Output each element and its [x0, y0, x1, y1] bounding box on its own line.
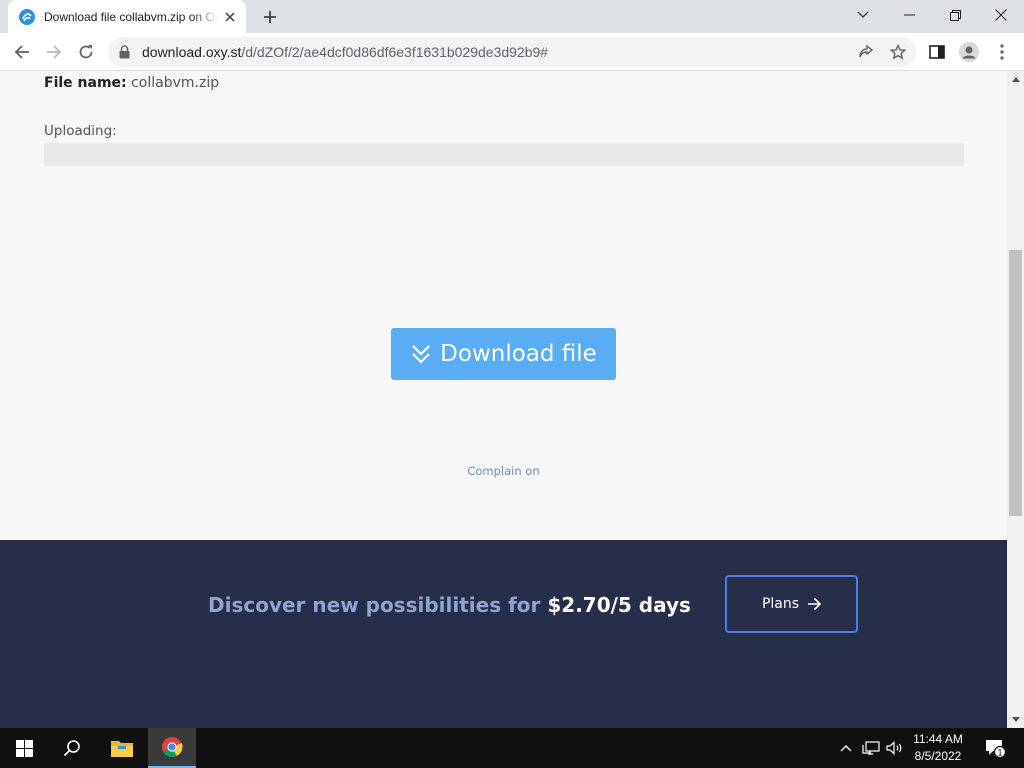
scrollbar-thumb[interactable]	[1009, 250, 1022, 516]
reload-button[interactable]	[72, 38, 100, 66]
restore-button[interactable]	[932, 0, 978, 30]
plans-button-label: Plans	[761, 596, 800, 612]
lock-icon[interactable]	[119, 45, 130, 59]
file-explorer-icon[interactable]	[98, 728, 146, 768]
upload-progress-bar	[44, 143, 964, 166]
show-hidden-icons-chevron-icon[interactable]	[836, 728, 856, 768]
arrow-right-icon	[808, 597, 822, 611]
oxy-favicon-icon	[19, 8, 35, 25]
double-chevron-down-icon	[412, 345, 430, 364]
new-tab-button[interactable]	[258, 5, 282, 29]
scroll-down-arrow-icon[interactable]	[1007, 711, 1024, 728]
promo-price: $2.70/5 days	[547, 593, 691, 617]
clock-date: 8/5/2022	[914, 749, 962, 763]
volume-icon[interactable]	[884, 728, 906, 768]
url-text: download.oxy.st/d/dZOf/2/ae4dcf0d86df6e3…	[142, 44, 548, 60]
back-button[interactable]	[8, 38, 36, 66]
promo-banner: Discover new possibilities for $2.70/5 d…	[0, 540, 1007, 728]
network-icon[interactable]	[860, 728, 882, 768]
promo-text: Discover new possibilities for $2.70/5 d…	[208, 593, 691, 617]
download-file-button[interactable]: Download file	[391, 328, 616, 380]
notification-count: 1	[997, 748, 1002, 758]
chrome-taskbar-icon[interactable]	[148, 728, 196, 768]
action-center-icon[interactable]: 1	[980, 728, 1010, 768]
file-name-label: File name:	[44, 75, 127, 91]
close-window-button[interactable]	[978, 0, 1024, 30]
url-host: download.oxy.st	[142, 44, 242, 60]
url-path: /d/dZOf/2/ae4dcf0d86df6e3f1631b029de3d92…	[241, 44, 549, 60]
search-icon[interactable]	[48, 728, 96, 768]
tab-title: Download file collabvm.zip on Oxy.st	[44, 9, 218, 24]
scroll-up-arrow-icon[interactable]	[1007, 71, 1024, 88]
uploading-label: Uploading:	[44, 123, 117, 139]
file-name-row: File name: collabvm.zip	[44, 75, 219, 91]
side-panel-icon[interactable]	[923, 38, 951, 66]
profile-avatar-icon[interactable]	[955, 38, 983, 66]
minimize-button[interactable]	[886, 0, 932, 30]
browser-toolbar: download.oxy.st/d/dZOf/2/ae4dcf0d86df6e3…	[0, 33, 1024, 71]
tab-strip: Download file collabvm.zip on Oxy.st	[0, 0, 1024, 33]
complain-link[interactable]: Complain on	[0, 464, 1007, 478]
file-name-value: collabvm.zip	[131, 75, 220, 91]
taskbar-clock[interactable]: 11:44 AM 8/5/2022	[905, 731, 971, 765]
menu-kebab-icon[interactable]	[988, 38, 1016, 66]
share-icon[interactable]	[856, 42, 876, 62]
taskbar: 11:44 AM 8/5/2022 1	[0, 728, 1024, 768]
start-windows-icon[interactable]	[0, 728, 48, 768]
vertical-scrollbar[interactable]	[1007, 71, 1024, 728]
plans-button[interactable]: Plans	[725, 575, 858, 633]
page-content: File name: collabvm.zip Uploading: Downl…	[0, 71, 1007, 728]
tab-search-icon[interactable]	[840, 0, 886, 30]
address-bar[interactable]: download.oxy.st/d/dZOf/2/ae4dcf0d86df6e3…	[108, 37, 916, 67]
download-button-label: Download file	[440, 341, 597, 367]
browser-tab[interactable]: Download file collabvm.zip on Oxy.st	[8, 0, 246, 33]
forward-button[interactable]	[40, 38, 68, 66]
clock-time: 11:44 AM	[913, 732, 963, 746]
tab-close-icon[interactable]	[222, 9, 238, 25]
bookmark-star-icon[interactable]	[888, 42, 908, 62]
promo-message: Discover new possibilities for	[208, 593, 541, 617]
